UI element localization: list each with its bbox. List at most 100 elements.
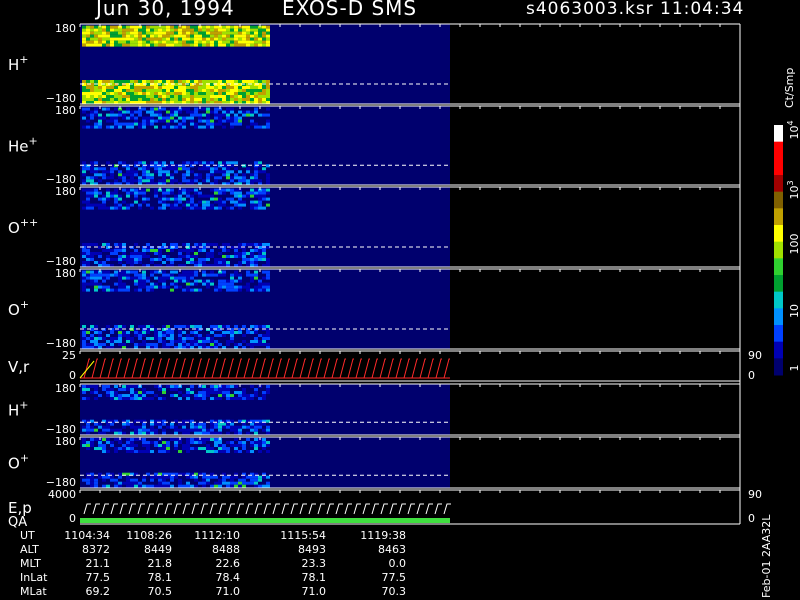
heat-cell bbox=[242, 447, 246, 451]
heat-cell bbox=[258, 179, 262, 183]
heat-cell bbox=[114, 273, 118, 277]
heat-cell bbox=[242, 95, 246, 98]
colorbar-segment bbox=[774, 291, 783, 309]
heat-cell bbox=[90, 428, 94, 432]
heat-cell bbox=[126, 40, 130, 44]
heat-cell bbox=[202, 337, 206, 340]
heat-cell bbox=[242, 441, 246, 445]
heat-cell bbox=[182, 255, 186, 258]
heat-cell bbox=[94, 282, 98, 286]
heat-cell bbox=[230, 273, 234, 277]
heat-cell bbox=[146, 170, 150, 174]
heat-cell bbox=[94, 337, 98, 340]
heat-cell bbox=[174, 340, 178, 343]
heat-cell bbox=[226, 441, 230, 445]
heat-cell bbox=[158, 28, 162, 32]
heat-cell bbox=[154, 258, 158, 261]
heat-cell bbox=[98, 425, 102, 429]
heat-cell bbox=[206, 31, 210, 35]
heat-cell bbox=[226, 34, 230, 38]
heat-cell bbox=[130, 110, 134, 114]
heat-cell bbox=[222, 28, 226, 32]
heat-cell bbox=[202, 484, 206, 488]
heat-cell bbox=[186, 450, 190, 454]
heat-cell bbox=[250, 252, 254, 255]
heat-cell bbox=[194, 438, 198, 442]
heat-cell bbox=[234, 86, 238, 89]
panel-E,p-ymax-label: 4000 bbox=[48, 488, 76, 501]
heat-cell bbox=[238, 484, 242, 488]
heat-cell bbox=[110, 80, 114, 83]
heat-cell bbox=[182, 25, 186, 29]
ephemeris-row-label: MLat bbox=[20, 585, 47, 598]
heat-cell bbox=[162, 179, 166, 183]
heat-cell bbox=[142, 340, 146, 343]
heat-cell bbox=[126, 125, 130, 129]
heat-cell bbox=[218, 89, 222, 92]
heat-cell bbox=[86, 98, 90, 101]
heat-cell bbox=[254, 188, 258, 192]
heat-cell bbox=[162, 206, 166, 210]
heat-cell bbox=[126, 438, 130, 442]
heat-cell bbox=[166, 337, 170, 340]
heat-cell bbox=[150, 80, 154, 83]
heat-cell bbox=[214, 176, 218, 180]
heat-cell bbox=[210, 206, 214, 210]
heat-cell bbox=[210, 385, 214, 389]
heat-cell bbox=[218, 394, 222, 398]
heat-cell bbox=[202, 194, 206, 198]
heat-cell bbox=[210, 252, 214, 255]
heat-cell bbox=[154, 194, 158, 198]
heat-cell bbox=[178, 31, 182, 35]
heat-cell bbox=[166, 28, 170, 32]
heat-cell bbox=[130, 116, 134, 120]
heat-cell bbox=[186, 28, 190, 32]
heat-cell bbox=[182, 40, 186, 44]
heat-cell bbox=[106, 438, 110, 442]
heat-cell bbox=[202, 161, 206, 165]
heat-cell bbox=[250, 261, 254, 264]
heat-cell bbox=[206, 113, 210, 117]
heat-cell bbox=[98, 179, 102, 183]
heat-cell bbox=[94, 279, 98, 283]
heat-cell bbox=[214, 475, 218, 479]
heat-cell bbox=[178, 98, 182, 101]
heat-cell bbox=[258, 243, 262, 246]
heat-cell bbox=[134, 197, 138, 201]
heat-cell bbox=[82, 438, 86, 442]
heat-cell bbox=[166, 385, 170, 389]
heat-cell bbox=[190, 255, 194, 258]
heat-cell bbox=[266, 243, 270, 246]
heat-cell bbox=[114, 107, 118, 111]
heat-cell bbox=[130, 258, 134, 261]
heat-cell bbox=[182, 176, 186, 180]
heat-cell bbox=[174, 394, 178, 398]
heat-cell bbox=[98, 255, 102, 258]
heat-cell bbox=[162, 391, 166, 395]
heat-cell bbox=[178, 92, 182, 95]
heat-cell bbox=[178, 273, 182, 277]
heat-cell bbox=[134, 258, 138, 261]
heat-cell bbox=[86, 167, 90, 171]
heat-cell bbox=[214, 92, 218, 95]
heat-cell bbox=[142, 194, 146, 198]
heat-cell bbox=[130, 444, 134, 448]
heat-cell bbox=[94, 484, 98, 488]
heat-cell bbox=[178, 122, 182, 126]
heat-cell bbox=[190, 206, 194, 210]
heat-cell bbox=[194, 340, 198, 343]
heat-cell bbox=[114, 450, 118, 454]
heat-cell bbox=[94, 173, 98, 177]
heat-cell bbox=[90, 276, 94, 280]
heat-cell bbox=[178, 200, 182, 204]
heat-cell bbox=[186, 484, 190, 488]
heat-cell bbox=[146, 37, 150, 41]
heat-cell bbox=[266, 107, 270, 111]
heat-cell bbox=[174, 37, 178, 41]
heat-cell bbox=[82, 28, 86, 32]
heat-cell bbox=[170, 438, 174, 442]
heat-cell bbox=[158, 285, 162, 289]
heat-cell bbox=[82, 252, 86, 255]
heat-cell bbox=[182, 86, 186, 89]
heat-cell bbox=[266, 431, 270, 435]
